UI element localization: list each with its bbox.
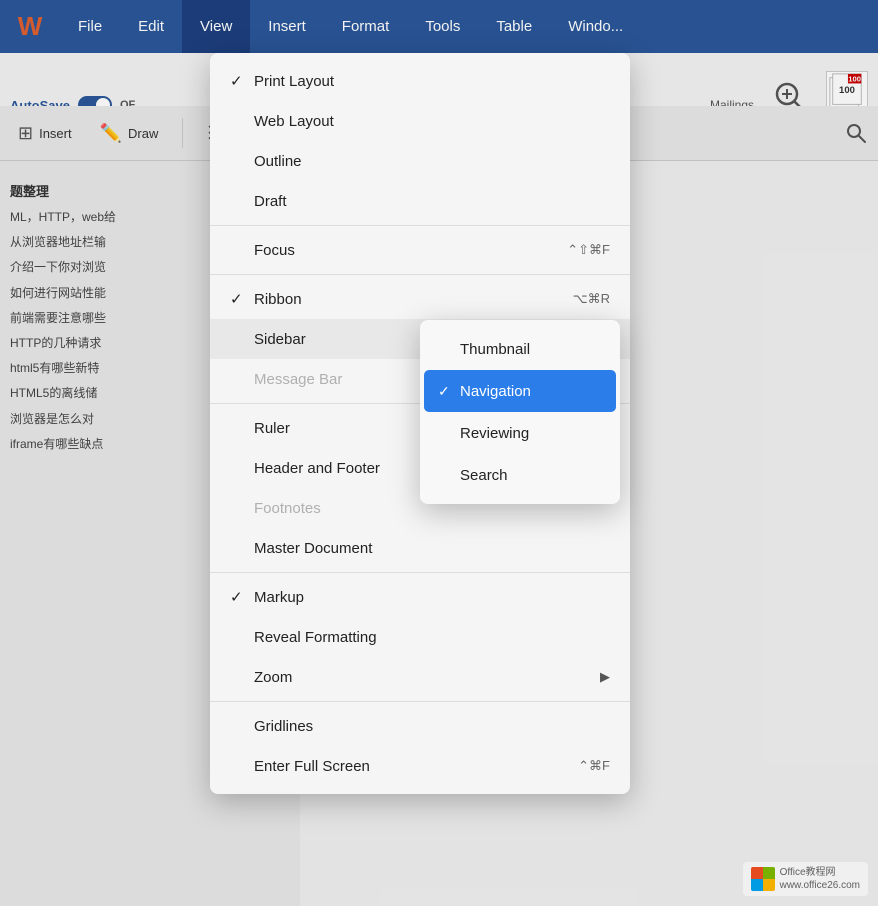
menu-option-zoom[interactable]: Zoom ▶ [210, 657, 630, 697]
divider-4 [210, 572, 630, 573]
menu-option-focus[interactable]: Focus ⌃⇧⌘F [210, 230, 630, 270]
menu-option-reveal-formatting[interactable]: Reveal Formatting [210, 617, 630, 657]
zoom-arrow: ▶ [600, 669, 610, 685]
check-navigation: ✓ [438, 383, 460, 400]
submenu-navigation[interactable]: ✓ Navigation [424, 370, 616, 412]
divider-1 [210, 225, 630, 226]
menu-option-markup[interactable]: ✓ Markup [210, 577, 630, 617]
submenu-search[interactable]: Search [420, 454, 620, 496]
submenu-thumbnail[interactable]: Thumbnail [420, 328, 620, 370]
divider-5 [210, 701, 630, 702]
menu-option-web-layout[interactable]: Web Layout [210, 101, 630, 141]
menu-option-ribbon[interactable]: ✓ Ribbon ⌥⌘R [210, 279, 630, 319]
menu-option-outline[interactable]: Outline [210, 141, 630, 181]
check-print-layout: ✓ [230, 72, 254, 90]
menu-option-master-doc[interactable]: Master Document [210, 528, 630, 568]
check-ribbon: ✓ [230, 290, 254, 308]
menu-option-draft[interactable]: Draft [210, 181, 630, 221]
menu-option-gridlines[interactable]: Gridlines [210, 706, 630, 746]
menu-option-fullscreen[interactable]: Enter Full Screen ⌃⌘F [210, 746, 630, 786]
check-markup: ✓ [230, 588, 254, 606]
divider-2 [210, 274, 630, 275]
sidebar-submenu: Thumbnail ✓ Navigation Reviewing Search [420, 320, 620, 504]
submenu-reviewing[interactable]: Reviewing [420, 412, 620, 454]
menu-option-print-layout[interactable]: ✓ Print Layout [210, 61, 630, 101]
